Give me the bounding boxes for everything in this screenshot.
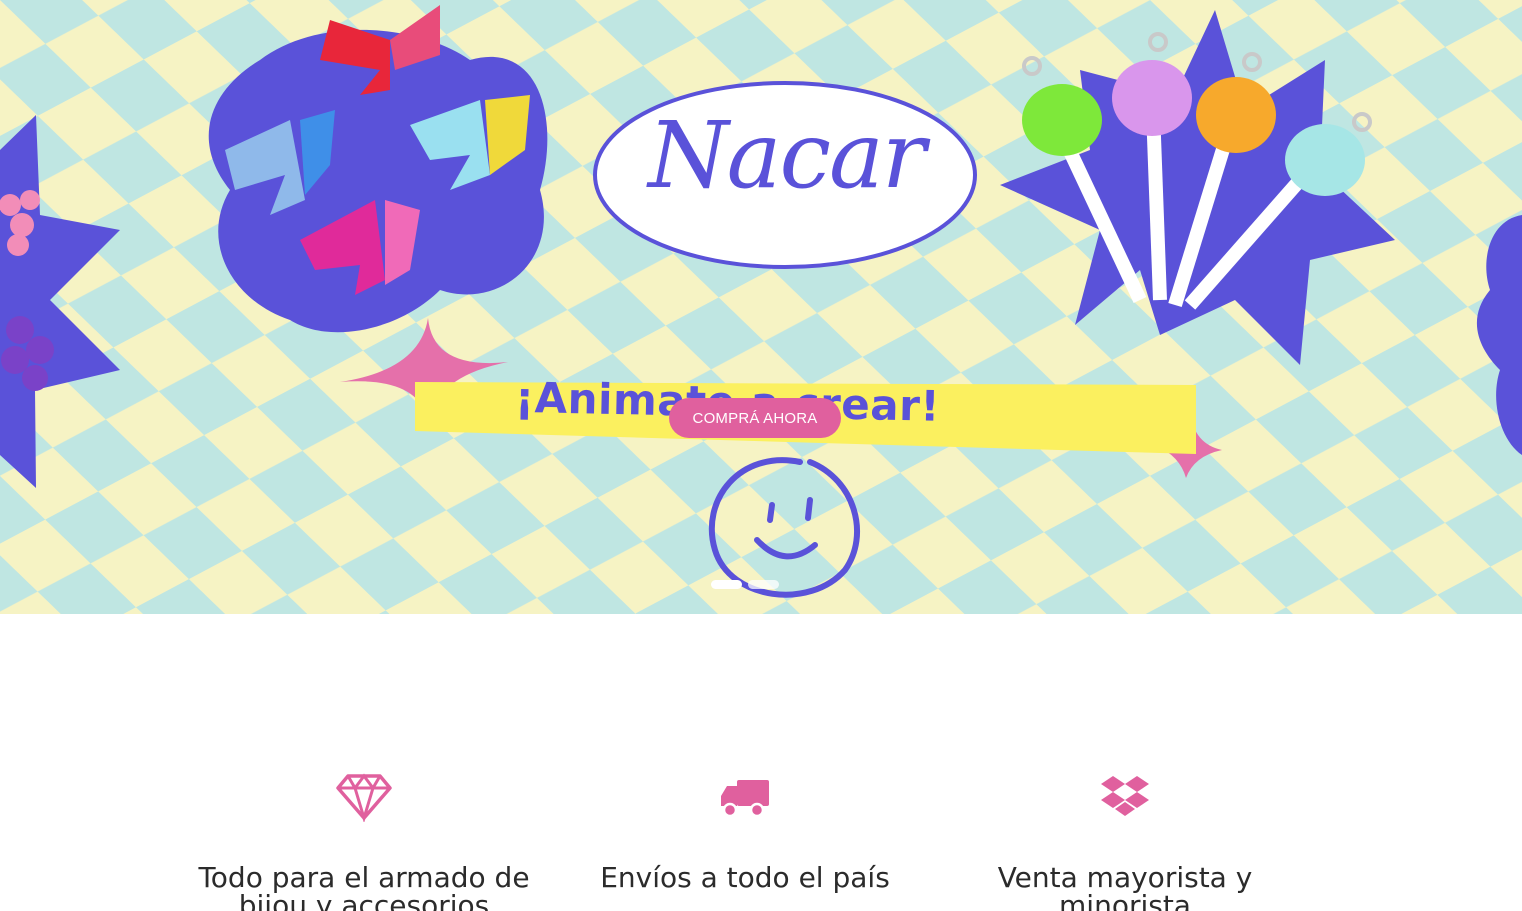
- slider-dot-1[interactable]: [711, 580, 742, 589]
- slider-pagination: [711, 580, 779, 589]
- feature-label: Envíos a todo el país: [600, 861, 890, 894]
- shop-now-button[interactable]: COMPRÁ AHORA: [669, 398, 841, 438]
- feature-item-wholesale: Venta mayorista y minorista: [935, 770, 1315, 911]
- features-section: Todo para el armado de bijou y accesorio…: [0, 770, 1522, 911]
- hero-slider: Nacar ¡Animate a crear! COMPRÁ AHORA: [0, 0, 1522, 614]
- brand-logo: Nacar: [648, 102, 926, 209]
- feature-label: Todo para el armado de bijou y accesorio…: [198, 861, 530, 911]
- boxes-icon: [1101, 776, 1149, 816]
- slider-dot-2[interactable]: [748, 580, 779, 589]
- feature-item-bijou: Todo para el armado de bijou y accesorio…: [174, 770, 554, 911]
- hero-banner-art: [0, 0, 1522, 614]
- truck-icon: [721, 780, 769, 818]
- feature-item-shipping: Envíos a todo el país: [555, 770, 935, 892]
- feature-label: Venta mayorista y minorista: [997, 861, 1253, 911]
- diamond-icon: [336, 773, 392, 822]
